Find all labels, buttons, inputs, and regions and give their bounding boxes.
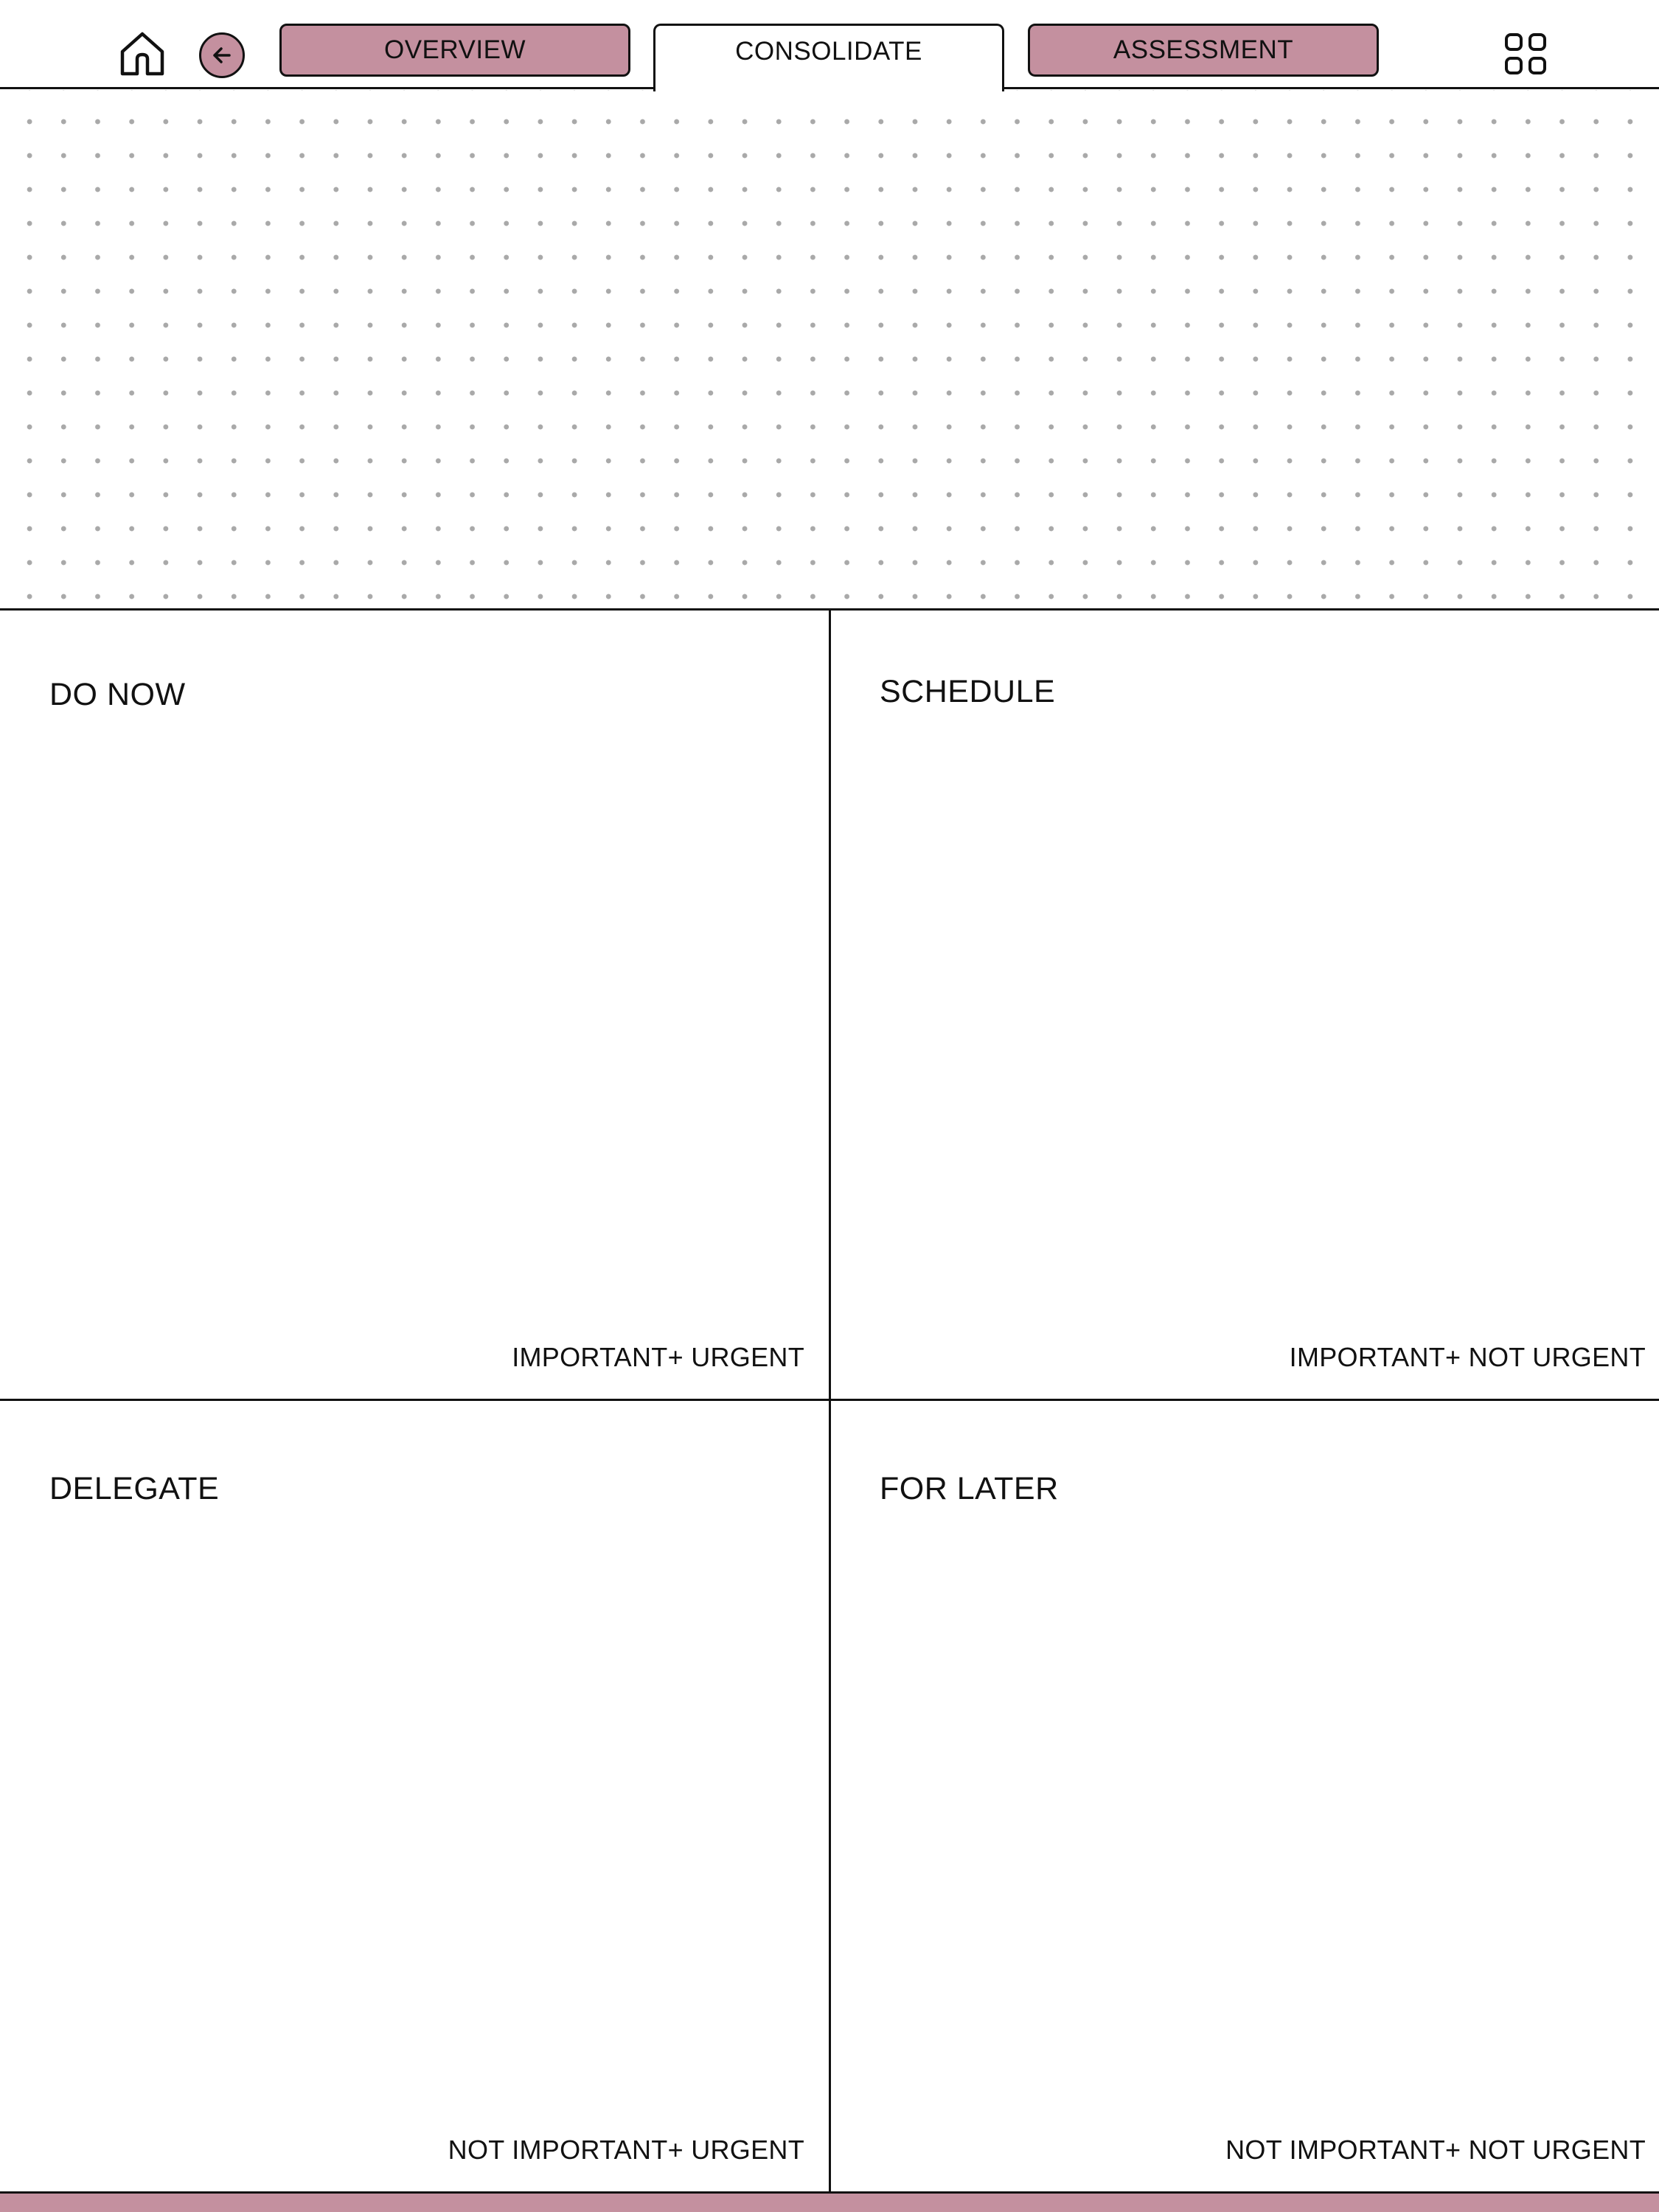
arrow-left-icon (207, 41, 237, 70)
quadrant-caption: NOT IMPORTANT+ URGENT (448, 2135, 804, 2165)
matrix-vertical-divider (829, 609, 831, 2194)
quadrant-caption: NOT IMPORTANT+ NOT URGENT (1225, 2135, 1646, 2165)
home-icon[interactable] (118, 29, 167, 78)
footer-bar (0, 2191, 1659, 2212)
dot-grid-notes-area[interactable] (0, 90, 1659, 609)
back-button[interactable] (199, 32, 245, 78)
tab-consolidate[interactable]: CONSOLIDATE (653, 24, 1004, 91)
quadrant-delegate[interactable]: DELEGATE NOT IMPORTANT+ URGENT (0, 1401, 829, 2191)
quadrant-title: FOR LATER (880, 1471, 1059, 1506)
quadrant-title: DELEGATE (49, 1471, 220, 1506)
quadrant-title: DO NOW (49, 677, 186, 712)
matrix-horizontal-divider (0, 1399, 1659, 1401)
quadrant-for-later[interactable]: FOR LATER NOT IMPORTANT+ NOT URGENT (831, 1401, 1659, 2191)
tab-assessment[interactable]: ASSESSMENT (1028, 24, 1379, 77)
quadrant-caption: IMPORTANT+ NOT URGENT (1289, 1342, 1646, 1372)
quadrant-caption: IMPORTANT+ URGENT (512, 1342, 804, 1372)
grid-icon[interactable] (1504, 32, 1547, 75)
tab-overview[interactable]: OVERVIEW (279, 24, 630, 77)
quadrant-title: SCHEDULE (880, 674, 1056, 709)
quadrant-schedule[interactable]: SCHEDULE IMPORTANT+ NOT URGENT (831, 611, 1659, 1399)
top-navigation-bar: OVERVIEW CONSOLIDATE ASSESSMENT (0, 0, 1659, 91)
quadrant-do-now[interactable]: DO NOW IMPORTANT+ URGENT (0, 611, 829, 1399)
